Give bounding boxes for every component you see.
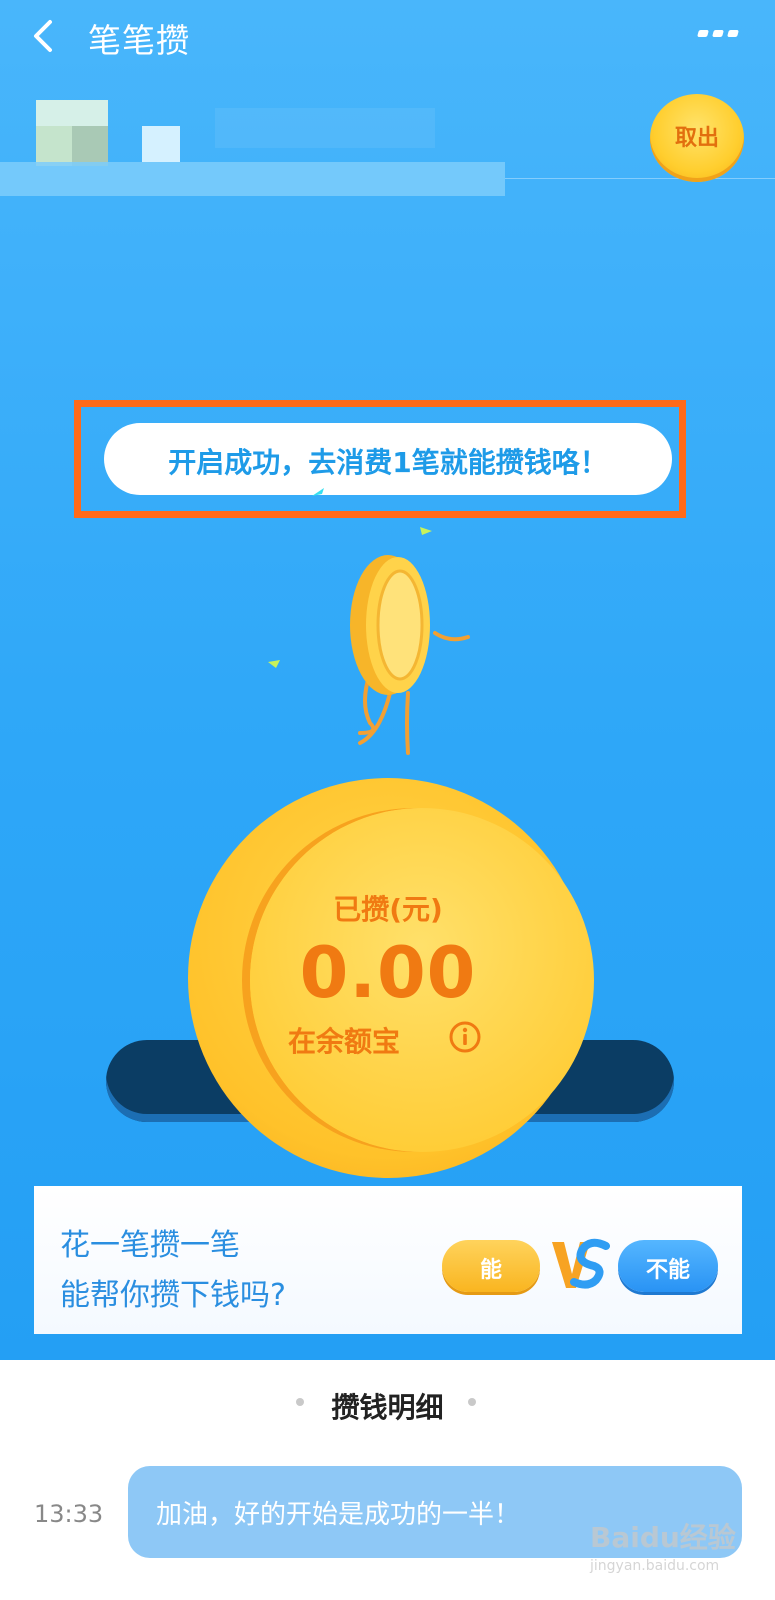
page-title: 笔笔攒 xyxy=(88,21,190,60)
saved-label: 已攒(元) xyxy=(333,893,443,926)
success-banner-text: 开启成功，去消费1笔就能攒钱咯！ xyxy=(168,446,608,479)
vote-question-line2: 能帮你攒下钱吗? xyxy=(60,1278,286,1313)
watermark-text: Baidu经验 xyxy=(590,1521,736,1554)
success-banner: 开启成功，去消费1笔就能攒钱咯！ xyxy=(104,423,672,495)
dot-right xyxy=(468,1398,476,1406)
log-time: 13:33 xyxy=(34,1500,104,1528)
page: 笔笔攒 取出 开启成功，去消费1笔就能攒钱咯！ 已攒(元) 0.00 在余额宝 … xyxy=(0,0,775,1600)
confetti-icon xyxy=(420,527,432,535)
vote-question-line1: 花一笔攒一笔 xyxy=(60,1228,240,1263)
blurred-badge xyxy=(142,126,180,162)
vote-yes-button[interactable]: 能 xyxy=(442,1240,540,1292)
coin-mascot-icon xyxy=(350,555,470,755)
divider xyxy=(505,178,775,179)
saved-amount: 0.00 xyxy=(299,932,477,1014)
back-arrow-icon[interactable] xyxy=(28,18,60,54)
vote-yes-label: 能 xyxy=(479,1258,502,1283)
top-bar: 笔笔攒 xyxy=(0,0,775,72)
watermark-url: jingyan.baidu.com xyxy=(590,1558,720,1574)
avatar xyxy=(36,100,108,166)
saved-location-text: 在余额宝 xyxy=(288,1025,401,1058)
blurred-info-bar xyxy=(0,162,505,196)
saved-location[interactable]: 在余额宝 xyxy=(288,1020,488,1060)
details-title: 攒钱明细 xyxy=(331,1391,444,1424)
confetti-icon xyxy=(268,660,280,668)
vote-card: 花一笔攒一笔 能帮你攒下钱吗? 能 不能 xyxy=(34,1186,742,1334)
versus-icon xyxy=(552,1238,610,1289)
vote-no-button[interactable]: 不能 xyxy=(618,1240,718,1292)
more-options-icon[interactable] xyxy=(697,28,740,40)
log-message-text: 加油，好的开始是成功的一半！ xyxy=(156,1500,521,1530)
info-icon[interactable] xyxy=(448,1020,482,1054)
baidu-watermark: Baidu经验 jingyan.baidu.com xyxy=(590,1516,770,1586)
blurred-username xyxy=(215,108,435,148)
withdraw-button[interactable]: 取出 xyxy=(650,94,744,182)
withdraw-label: 取出 xyxy=(674,126,719,151)
vote-no-label: 不能 xyxy=(645,1258,690,1283)
confetti-icon xyxy=(312,488,324,496)
